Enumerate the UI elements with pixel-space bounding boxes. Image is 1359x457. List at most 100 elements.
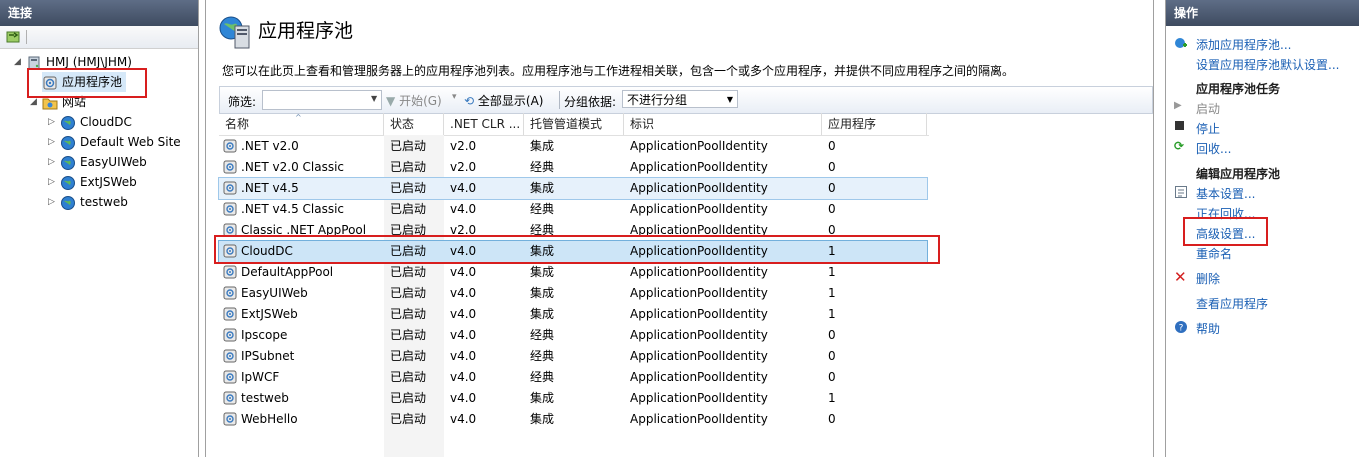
table-cell: v4.0 (450, 181, 477, 195)
app-pool-icon (223, 328, 237, 342)
table-cell: v2.0 (450, 139, 477, 153)
app-pool-icon (223, 265, 237, 279)
expand-icon[interactable]: ▷ (48, 192, 58, 212)
table-cell: v4.0 (450, 391, 477, 405)
toolbar-divider (26, 30, 27, 44)
table-cell: 1 (828, 265, 836, 279)
table-cell: 集成 (530, 307, 555, 321)
table-cell-wrap: testweb (219, 388, 384, 409)
filter-start-button[interactable]: ▼ 开始(G) (386, 92, 442, 109)
start-dropdown-icon[interactable]: ▾ (452, 92, 457, 102)
table-cell-wrap: v4.0 (444, 367, 524, 388)
table-cell: ApplicationPoolIdentity (630, 349, 768, 363)
tree-site-label: testweb (80, 195, 128, 209)
filter-dropdown-icon[interactable]: ▼ (371, 94, 377, 103)
table-cell: .NET v4.5 (241, 181, 299, 195)
basic-settings-link[interactable]: 基本设置... (1196, 185, 1255, 202)
table-cell: ApplicationPoolIdentity (630, 286, 768, 300)
expand-icon[interactable]: ▷ (48, 172, 58, 192)
rename-link[interactable]: 重命名 (1196, 245, 1232, 262)
help-link[interactable]: 帮助 (1196, 320, 1220, 337)
app-pool-icon (223, 139, 237, 153)
delete-link[interactable]: 删除 (1196, 270, 1220, 287)
tree-site-item[interactable]: ▷ EasyUIWeb (48, 152, 147, 172)
filter-label: 筛选: (228, 95, 257, 109)
table-cell-wrap: v4.0 (444, 304, 524, 325)
table-cell: 0 (828, 160, 836, 174)
tree-site-item[interactable]: ▷ ExtJSWeb (48, 172, 137, 192)
table-cell-wrap: ApplicationPoolIdentity (624, 157, 822, 178)
expand-icon[interactable]: ▷ (48, 132, 58, 152)
set-defaults-link[interactable]: 设置应用程序池默认设置... (1196, 56, 1339, 73)
app-pool-icon (223, 286, 237, 300)
table-cell: ApplicationPoolIdentity (630, 328, 768, 342)
filter-input[interactable] (262, 90, 382, 110)
highlight-box-clouddc (214, 235, 940, 264)
stop-link[interactable]: 停止 (1196, 120, 1220, 137)
column-header-clr[interactable]: .NET CLR ... (444, 113, 524, 135)
table-cell: v4.0 (450, 349, 477, 363)
table-cell-wrap: 经典 (524, 199, 624, 220)
app-pool-icon (223, 181, 237, 195)
table-cell-wrap: 集成 (524, 136, 624, 157)
connect-icon[interactable] (5, 29, 21, 45)
table-cell: ApplicationPoolIdentity (630, 307, 768, 321)
show-all-button[interactable]: ⟲ 全部显示(A) (464, 92, 543, 109)
table-cell-wrap: v4.0 (444, 388, 524, 409)
app-pool-icon (223, 391, 237, 405)
tree-site-item[interactable]: ▷ CloudDC (48, 112, 132, 132)
table-cell: 已启动 (390, 307, 427, 321)
table-cell: 集成 (530, 265, 555, 279)
table-cell-wrap: 已启动 (384, 409, 444, 430)
table-cell-wrap: 经典 (524, 325, 624, 346)
app-pools-title-icon (219, 16, 250, 49)
column-header-pipeline[interactable]: 托管管道模式 (524, 113, 624, 135)
table-cell-wrap: 1 (822, 388, 927, 409)
recycle-link[interactable]: 回收... (1196, 140, 1231, 157)
table-cell-wrap: 0 (822, 157, 927, 178)
table-cell: ApplicationPoolIdentity (630, 412, 768, 426)
table-cell-wrap: 已启动 (384, 346, 444, 367)
table-cell-wrap: ApplicationPoolIdentity (624, 304, 822, 325)
table-cell-wrap: v4.0 (444, 346, 524, 367)
table-cell: 经典 (530, 328, 555, 342)
connections-toolbar (0, 26, 198, 49)
table-cell-wrap: v2.0 (444, 136, 524, 157)
filter-toolbar: 筛选: ▼ ▼ 开始(G) ▾ ⟲ 全部显示(A) 分组依据: 不进行分组 ▼ (219, 86, 1153, 114)
start-link[interactable]: 启动 (1196, 100, 1220, 117)
tree-site-item[interactable]: ▷ testweb (48, 192, 128, 212)
table-cell: 已启动 (390, 139, 427, 153)
view-applications-link[interactable]: 查看应用程序 (1196, 295, 1268, 312)
table-cell-wrap: ApplicationPoolIdentity (624, 178, 822, 199)
show-all-icon: ⟲ (464, 94, 475, 108)
table-cell: v4.0 (450, 412, 477, 426)
table-cell: 经典 (530, 160, 555, 174)
tree-site-item[interactable]: ▷ Default Web Site (48, 132, 181, 152)
table-cell: 已启动 (390, 328, 427, 342)
show-all-label: 全部显示(A) (477, 94, 544, 108)
column-header-label: 名称 (225, 117, 250, 131)
stop-icon (1174, 120, 1188, 134)
collapse-icon[interactable]: ◢ (14, 52, 24, 72)
table-cell: 0 (828, 181, 836, 195)
table-cell: 集成 (530, 181, 555, 195)
column-header-name[interactable]: 名称 ^ (219, 113, 384, 135)
add-app-pool-link[interactable]: 添加应用程序池... (1196, 36, 1291, 53)
main-pane: 应用程序池 您可以在此页上查看和管理服务器上的应用程序池列表。应用程序池与工作进… (205, 0, 1154, 457)
table-cell-wrap: ApplicationPoolIdentity (624, 136, 822, 157)
group-by-select[interactable]: 不进行分组 ▼ (622, 90, 738, 108)
expand-icon[interactable]: ▷ (48, 152, 58, 172)
table-cell-wrap: 0 (822, 178, 927, 199)
table-cell: v4.0 (450, 286, 477, 300)
table-cell-wrap: 0 (822, 325, 927, 346)
column-header-identity[interactable]: 标识 (624, 113, 822, 135)
table-cell-wrap: 集成 (524, 178, 624, 199)
table-cell: ApplicationPoolIdentity (630, 202, 768, 216)
expand-icon[interactable]: ▷ (48, 112, 58, 132)
column-header-applications[interactable]: 应用程序 (822, 113, 927, 135)
table-cell-wrap: 集成 (524, 304, 624, 325)
table-row[interactable]: .NET v4.5 已启动 v4.0 集成 ApplicationPoolIdentit… (218, 177, 928, 200)
table-cell: 经典 (530, 202, 555, 216)
column-header-status[interactable]: 状态 (384, 113, 444, 135)
table-cell-wrap: 集成 (524, 388, 624, 409)
